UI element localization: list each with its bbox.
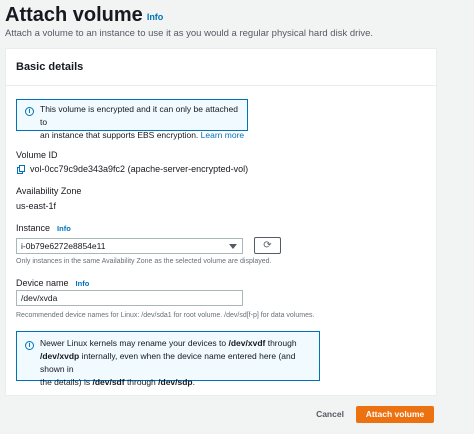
page-header: Attach volume Info [5, 4, 163, 27]
chevron-down-icon [229, 244, 237, 249]
title-info-link[interactable]: Info [147, 12, 164, 22]
instance-select[interactable]: i-0b79e6272e8854e11 [16, 238, 243, 254]
instance-hint: Only instances in the same Availability … [16, 258, 272, 265]
device-name-label: Device name [16, 278, 69, 288]
volume-id-value[interactable]: vol-0cc79c9de343a9fc2 (apache-server-enc… [30, 164, 248, 174]
instance-label: Instance [16, 223, 51, 233]
kernel-alert-line-2: /dev/xvdp internally, even when the devi… [40, 351, 296, 374]
alert-line-2: an instance that supports EBS encryption… [40, 130, 199, 140]
info-icon: i [25, 341, 34, 350]
panel-header: Basic details [6, 49, 436, 86]
attach-volume-button[interactable]: Attach volume [356, 406, 434, 423]
instance-selected-value: i-0b79e6272e8854e11 [21, 241, 106, 251]
kernel-alert-line-1: Newer Linux kernels may rename your devi… [40, 338, 297, 348]
alert-line-1: This volume is encrypted and it can only… [40, 104, 238, 127]
refresh-icon: ⟳ [263, 240, 272, 251]
availability-zone-label: Availability Zone [16, 186, 82, 196]
info-icon: i [25, 107, 34, 116]
kernel-info-alert: i Newer Linux kernels may rename your de… [16, 331, 320, 387]
copy-icon[interactable] [17, 165, 25, 174]
encryption-info-alert: i This volume is encrypted and it can on… [16, 99, 248, 140]
panel-title: Basic details [16, 61, 84, 73]
device-name-info-link[interactable]: Info [76, 279, 90, 288]
page-subtitle: Attach a volume to an instance to use it… [5, 28, 374, 39]
page-title: Attach volume [5, 4, 143, 26]
kernel-alert-line-3: the details) is /dev/sdf through /dev/sd… [40, 377, 195, 387]
learn-more-link[interactable]: Learn more [201, 130, 244, 140]
device-name-value: /dev/xvda [21, 293, 58, 303]
cancel-button[interactable]: Cancel [310, 406, 350, 422]
instance-info-link[interactable]: Info [57, 224, 71, 233]
instance-label-row: Instance Info [16, 223, 71, 233]
refresh-button[interactable]: ⟳ [254, 237, 281, 254]
device-name-hint: Recommended device names for Linux: /dev… [16, 312, 315, 319]
device-name-input[interactable]: /dev/xvda [16, 290, 243, 306]
basic-details-panel: Basic details i This volume is encrypted… [5, 48, 437, 396]
device-name-label-row: Device name Info [16, 278, 89, 288]
availability-zone-value: us-east-1f [16, 201, 57, 211]
volume-id-label: Volume ID [16, 150, 58, 160]
